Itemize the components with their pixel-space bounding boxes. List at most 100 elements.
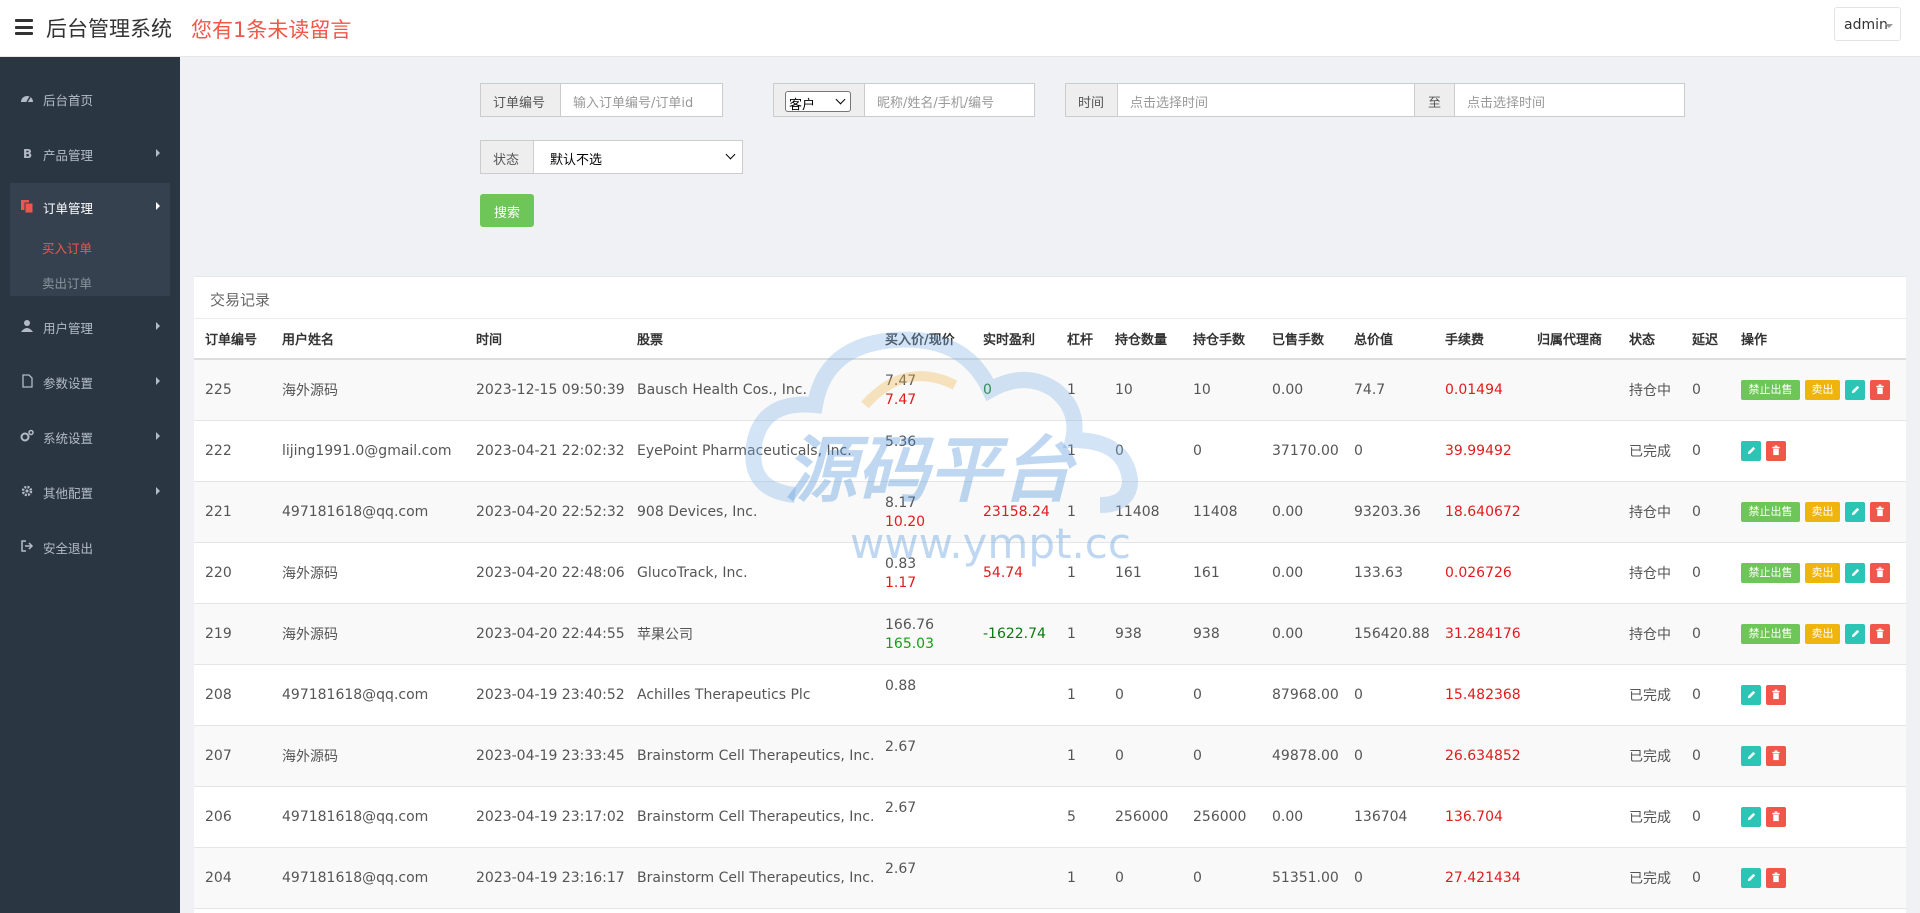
table-row[interactable]: 222 lijing1991.0@gmail.com 2023-04-21 22:0… (194, 420, 1906, 482)
delay-cell: 0 (1681, 603, 1730, 665)
sidebar-group-orders: 订单管理 买入订单 卖出订单 (10, 183, 170, 296)
user-dropdown[interactable]: admin (1834, 7, 1901, 41)
table-row[interactable]: 221 497181618@qq.com 2023-04-20 22:52:32 90… (194, 481, 1906, 543)
table-row[interactable]: 207 海外源码 2023-04-19 23:33:45 Brainstorm Cel… (194, 725, 1906, 787)
sidebar-item-other[interactable]: 其他配置 (10, 473, 170, 509)
table-row[interactable]: 208 497181618@qq.com 2023-04-19 23:40:52 Ac… (194, 664, 1906, 726)
sidebar-subitem-buy-orders[interactable]: 买入订单 (42, 238, 92, 257)
sidebar-item-system[interactable]: 系统设置 (10, 418, 170, 454)
leverage-cell: 1 (1056, 664, 1104, 726)
delete-icon[interactable] (1766, 806, 1786, 827)
total-value-cell: 93203.36 (1343, 481, 1434, 543)
fee-cell: 27.421434 (1434, 847, 1526, 909)
time-cell: 2023-04-20 22:48:06 (465, 542, 626, 604)
time-start-input[interactable]: 点击选择时间 (1117, 83, 1415, 117)
ban-sell-button[interactable]: 禁止出售 (1741, 501, 1800, 522)
delay-cell: 0 (1681, 725, 1730, 787)
edit-icon[interactable] (1741, 745, 1761, 766)
ban-sell-button[interactable]: 禁止出售 (1741, 562, 1800, 583)
agent-cell (1526, 786, 1618, 848)
edit-icon[interactable] (1741, 440, 1761, 461)
time-cell: 2023-04-19 23:16:17 (465, 847, 626, 909)
order-no-input[interactable]: 输入订单编号/订单id (560, 83, 723, 117)
search-button[interactable]: 搜索 (480, 194, 534, 227)
time-end-input[interactable]: 点击选择时间 (1454, 83, 1685, 117)
edit-icon[interactable] (1845, 501, 1865, 522)
agent-cell (1526, 481, 1618, 543)
sidebar-item-orders[interactable]: 订单管理 (10, 188, 170, 224)
user-name-cell: lijing1991.0@gmail.com (271, 420, 465, 482)
fee-cell: 136.704 (1434, 786, 1526, 848)
trade-records-panel: 交易记录 订单编号 用户姓名 时间 股票 买入价/现价 实时盈利 杠杆 持仓数量 持仓手数 已售手… (194, 276, 1906, 913)
table-row[interactable]: 220 海外源码 2023-04-20 22:48:06 GlucoTrack, In… (194, 542, 1906, 604)
time-cell: 2023-04-19 23:33:45 (465, 725, 626, 787)
edit-icon[interactable] (1741, 806, 1761, 827)
time-filter: 时间 点击选择时间 至 点击选择时间 (1065, 83, 1685, 117)
status-select[interactable]: 默认不选 (533, 140, 743, 174)
edit-icon[interactable] (1741, 684, 1761, 705)
customer-input[interactable]: 昵称/姓名/手机/编号 (864, 83, 1035, 117)
edit-icon[interactable] (1845, 623, 1865, 644)
sidebar-item-home[interactable]: 后台首页 (10, 80, 170, 116)
sold-lots-cell: 51351.00 (1261, 847, 1343, 909)
menu-toggle-icon[interactable] (15, 19, 33, 35)
profit-cell: 54.74 (972, 542, 1056, 604)
quantity-cell: 0 (1104, 725, 1182, 787)
edit-icon[interactable] (1845, 379, 1865, 400)
price-cell: 166.76 165.03 (874, 603, 972, 665)
delete-icon[interactable] (1766, 867, 1786, 888)
customer-type-select[interactable]: 客户 (785, 91, 851, 113)
sell-button[interactable]: 卖出 (1805, 379, 1840, 400)
sidebar-item-params[interactable]: 参数设置 (10, 363, 170, 399)
delete-icon[interactable] (1870, 379, 1890, 400)
delete-icon[interactable] (1870, 501, 1890, 522)
delete-icon[interactable] (1766, 745, 1786, 766)
time-cell: 2023-04-19 23:40:52 (465, 664, 626, 726)
panel-title: 交易记录 (210, 291, 271, 309)
actions-cell (1730, 664, 1906, 726)
table-row[interactable]: 219 海外源码 2023-04-20 22:44:55 苹果公司 166.76 16… (194, 603, 1906, 665)
total-value-cell: 0 (1343, 847, 1434, 909)
order-id-cell: 219 (194, 603, 271, 665)
profit-cell (972, 847, 1056, 909)
sidebar-item-label: 产品管理 (43, 148, 94, 163)
delete-icon[interactable] (1870, 562, 1890, 583)
delay-cell: 0 (1681, 847, 1730, 909)
delay-cell: 0 (1681, 420, 1730, 482)
user-name-cell: 海外源码 (271, 603, 465, 665)
quantity-cell: 938 (1104, 603, 1182, 665)
delete-icon[interactable] (1766, 684, 1786, 705)
profit-cell: 23158.24 (972, 481, 1056, 543)
sell-button[interactable]: 卖出 (1805, 562, 1840, 583)
table-row[interactable]: 225 海外源码 2023-12-15 09:50:39 Bausch Health … (194, 359, 1906, 421)
stock-cell: GlucoTrack, Inc. (626, 542, 874, 604)
sidebar-subitem-sell-orders[interactable]: 卖出订单 (42, 273, 92, 292)
delete-icon[interactable] (1870, 623, 1890, 644)
table-row[interactable]: 204 497181618@qq.com 2023-04-19 23:16:17 Br… (194, 847, 1906, 909)
edit-icon[interactable] (1845, 562, 1865, 583)
ban-sell-button[interactable]: 禁止出售 (1741, 379, 1800, 400)
gear-icon (21, 485, 33, 497)
unread-message-link[interactable]: 您有1条未读留言 (191, 14, 351, 44)
delete-icon[interactable] (1766, 440, 1786, 461)
quantity-cell: 11408 (1104, 481, 1182, 543)
buy-price: 0.83 (885, 555, 917, 572)
lots-cell: 938 (1182, 603, 1261, 665)
sidebar-item-logout[interactable]: 安全退出 (10, 528, 170, 564)
agent-cell (1526, 847, 1618, 909)
edit-icon[interactable] (1741, 867, 1761, 888)
app-title: 后台管理系统 (46, 17, 172, 41)
ban-sell-button[interactable]: 禁止出售 (1741, 623, 1800, 644)
table-row[interactable]: 206 497181618@qq.com 2023-04-19 23:17:02 Br… (194, 786, 1906, 848)
sidebar-item-label: 安全退出 (43, 541, 94, 556)
customer-addon: 客户 (773, 83, 865, 117)
sell-button[interactable]: 卖出 (1805, 501, 1840, 522)
user-name-cell: 海外源码 (271, 725, 465, 787)
actions-cell (1730, 847, 1906, 909)
column-header: 归属代理商 (1526, 319, 1618, 360)
status-cell: 持仓中 (1618, 542, 1681, 604)
sidebar-item-users[interactable]: 用户管理 (10, 308, 170, 344)
sell-button[interactable]: 卖出 (1805, 623, 1840, 644)
order-id-cell: 220 (194, 542, 271, 604)
sidebar-item-products[interactable]: B 产品管理 (10, 135, 170, 171)
